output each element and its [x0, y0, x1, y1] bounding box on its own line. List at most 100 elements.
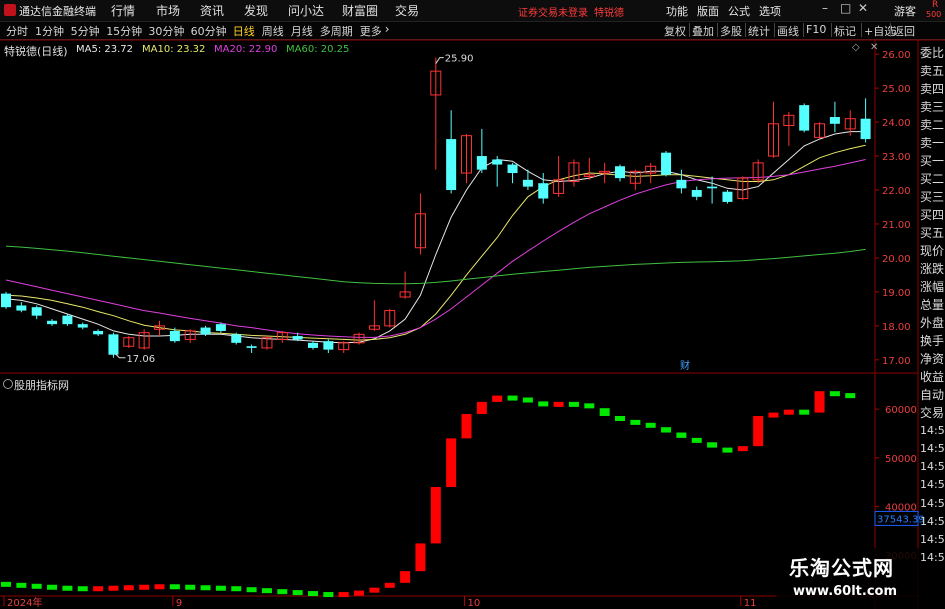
candle-body-down [507, 164, 518, 174]
indicator-bar [753, 415, 764, 447]
period-tab-0[interactable]: 分时 [6, 23, 28, 39]
period-tab-6[interactable]: 日线 [233, 23, 255, 39]
indicator-bar [799, 409, 810, 415]
settings-diamond-icon[interactable]: ◇ [852, 42, 860, 53]
toolbar-separator [774, 23, 775, 37]
menu-item-news[interactable]: 资讯 [200, 2, 224, 19]
close-chart-icon[interactable]: ✕ [870, 42, 878, 53]
stock-chart[interactable]: 17.00 18.00 19.00 20.00 21.00 22.00 23.00 24.00… [0, 39, 945, 609]
indicator-bar [62, 585, 73, 591]
candle-body-down [47, 320, 58, 325]
indicator-bar [476, 401, 487, 415]
tool-button-1[interactable]: 叠加 [692, 23, 714, 39]
toolbar-separator [861, 23, 862, 37]
indicator-bar [845, 393, 856, 399]
indicator-bar [77, 586, 88, 592]
ma-line-ma20 [5, 159, 866, 338]
side-panel-item-4: 卖二 [920, 118, 945, 132]
indicator-bar [768, 412, 779, 418]
menu-item-function[interactable]: 功能 [666, 3, 688, 19]
current-value-label: 37543.39 [877, 514, 925, 525]
minimize-icon[interactable]: – [822, 1, 828, 15]
candle-body-down [446, 139, 457, 191]
candle-body-down [492, 159, 503, 165]
indicator-bar [1, 581, 11, 587]
menu-item-quotes[interactable]: 行情 [111, 2, 135, 19]
period-tab-2[interactable]: 5分钟 [71, 23, 100, 39]
close-icon[interactable]: ✕ [858, 1, 868, 15]
indicator-bar [645, 422, 656, 428]
indicator-bar [814, 391, 825, 413]
tool-button-5[interactable]: F10 [806, 23, 826, 36]
tool-button-3[interactable]: 统计 [748, 23, 770, 39]
candle-body-down [538, 183, 549, 199]
ma-legend-item-3: MA60: 20.25 [286, 44, 350, 55]
price-tick-label: 17.00 [882, 356, 911, 367]
side-panel-item-18: 收益 [920, 370, 945, 384]
tool-button-8[interactable]: 返回 [893, 23, 915, 39]
watermark-url: www.60lt.com [793, 584, 898, 599]
period-tab-3[interactable]: 15分钟 [106, 23, 142, 39]
login-status[interactable]: 证券交易未登录 [518, 4, 588, 19]
indicator-bar [553, 401, 564, 407]
period-tab-4[interactable]: 30分钟 [148, 23, 184, 39]
app-logo-icon [4, 4, 16, 16]
indicator-toggle-icon[interactable] [3, 379, 13, 389]
indicator-bar [461, 414, 472, 439]
period-tab-9[interactable]: 多周期 [320, 23, 353, 39]
app-title: 通达信金融终端 [19, 5, 96, 18]
low-marker-label: 17.06 [126, 354, 155, 365]
tool-button-2[interactable]: 多股 [720, 23, 742, 39]
menu-item-options[interactable]: 选项 [759, 3, 781, 19]
period-tab-5[interactable]: 60分钟 [191, 23, 227, 39]
period-tab-1[interactable]: 1分钟 [35, 23, 64, 39]
menu-item-discover[interactable]: 发现 [244, 2, 268, 19]
menu-item-layout[interactable]: 版面 [697, 3, 719, 19]
price-tick-label: 18.00 [882, 322, 911, 333]
indicator-bar [599, 408, 610, 416]
period-tab-10[interactable]: 更多 [360, 23, 382, 39]
price-tick-label: 22.00 [882, 186, 911, 197]
date-tick-label: 2024年 [7, 596, 42, 609]
chevron-right-icon[interactable]: › [385, 22, 390, 36]
side-panel-item-2: 卖四 [920, 82, 945, 96]
indicator-bar [369, 587, 380, 593]
indicator-bar [737, 446, 748, 452]
high-marker-arrow [435, 57, 444, 64]
period-tab-8[interactable]: 月线 [291, 23, 313, 39]
guest-user[interactable]: 游客 [894, 3, 916, 19]
menu-item-formula[interactable]: 公式 [728, 3, 750, 19]
indicator-bar [430, 487, 441, 544]
date-tick-label: 9 [176, 598, 182, 609]
candle-body-down [676, 179, 687, 189]
candle-body-down [308, 342, 318, 348]
corner-badge: R 500 [925, 0, 945, 21]
menu-item-ask[interactable]: 问小达 [288, 2, 324, 19]
tool-button-4[interactable]: 画线 [777, 23, 799, 39]
price-tick-label: 24.00 [882, 118, 911, 129]
indicator-bar [707, 442, 718, 448]
candle-body-down [860, 118, 871, 140]
maximize-icon[interactable]: □ [840, 1, 851, 15]
candle-body-down [108, 334, 119, 355]
side-panel-item-21: 14:56 [920, 424, 945, 437]
candle-body-down [799, 105, 810, 131]
menu-item-wealth[interactable]: 财富圈 [342, 2, 378, 19]
indicator-tick-label: 60000 [885, 405, 917, 416]
tool-button-6[interactable]: 标记 [834, 23, 856, 39]
toolbar-separator [717, 23, 718, 37]
menu-item-market[interactable]: 市场 [156, 2, 180, 19]
side-panel-item-14: 总量 [920, 298, 945, 312]
menu-item-trade[interactable]: 交易 [395, 2, 419, 19]
tool-button-0[interactable]: 复权 [664, 23, 686, 39]
period-tab-7[interactable]: 周线 [262, 23, 284, 39]
side-panel-item-0: 委比 [920, 46, 945, 60]
indicator-bar [16, 582, 27, 588]
indicator-bar [384, 582, 395, 588]
candle-body-down [1, 293, 11, 308]
indicator-bar [31, 583, 42, 589]
side-panel-item-20: 交易 [920, 406, 945, 420]
side-panel-item-22: 14:56 [920, 442, 945, 455]
candle-body-down [707, 186, 718, 189]
indicator-bar [231, 586, 242, 592]
